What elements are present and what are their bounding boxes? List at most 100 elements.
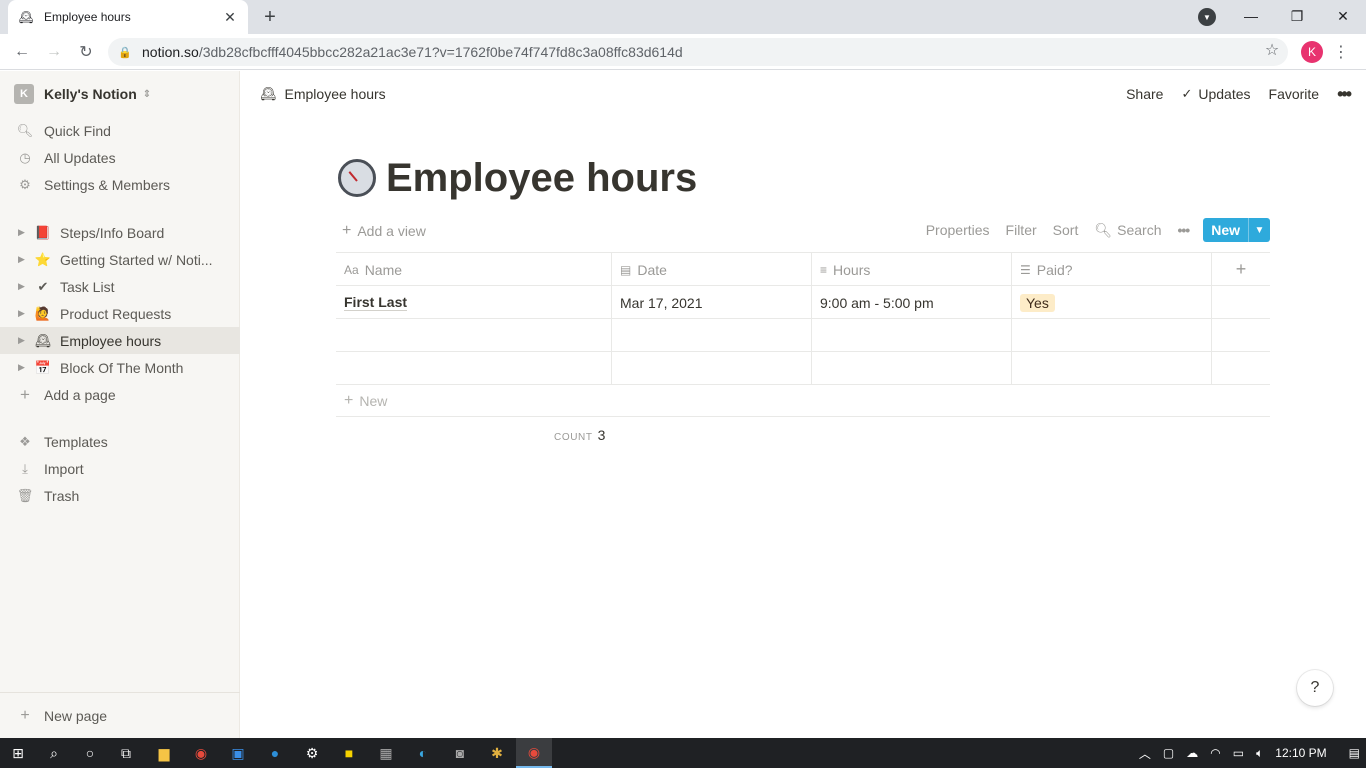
favorite-button[interactable]: Favorite (1269, 86, 1320, 102)
row-count[interactable]: COUNT 3 (554, 427, 605, 443)
battery-icon[interactable]: ▭ (1233, 746, 1244, 760)
expand-triangle-icon[interactable]: ▶ (18, 254, 30, 265)
address-bar[interactable]: 🔒 notion.so/3db28cfbcfff4045bbcc282a21ac… (108, 38, 1288, 66)
sidebar-import[interactable]: ⤓ Import (0, 455, 240, 482)
new-button-label[interactable]: New (1203, 218, 1248, 242)
profile-avatar[interactable]: K (1301, 41, 1323, 63)
name-cell[interactable] (336, 352, 612, 385)
file-explorer-icon[interactable]: ▆ (146, 738, 182, 768)
column-header-paid[interactable]: ☰ Paid? (1012, 253, 1212, 286)
back-arrow-icon[interactable]: ← (10, 40, 34, 64)
bookmark-star-icon[interactable]: ☆ (1262, 40, 1282, 60)
sidebar-templates[interactable]: ❖ Templates (0, 428, 240, 455)
column-header-name[interactable]: Aa Name (336, 253, 612, 286)
expand-triangle-icon[interactable]: ▶ (18, 227, 30, 238)
table-row[interactable] (336, 319, 1270, 352)
slack-icon[interactable]: ✱ (479, 738, 515, 768)
chrome-icon[interactable]: ◉ (183, 738, 219, 768)
name-cell[interactable] (336, 319, 612, 352)
add-row-button[interactable]: + New (336, 385, 1270, 417)
search-button[interactable]: 🔍︎ Search (1094, 222, 1161, 239)
browser-tab[interactable]: 🕰 Employee hours ✕ (8, 0, 248, 34)
filter-button[interactable]: Filter (1006, 222, 1037, 238)
maximize-button[interactable]: ❐ (1274, 0, 1320, 32)
page-title-text[interactable]: Employee hours (386, 156, 697, 201)
hours-cell[interactable] (812, 319, 1012, 352)
sidebar-page-block-of-the-month[interactable]: ▶ 📅 Block Of The Month (0, 354, 240, 381)
chevron-up-icon[interactable]: ︿ (1139, 745, 1151, 762)
more-options-icon[interactable]: ••• (1337, 84, 1352, 105)
photos-icon[interactable]: ▣ (220, 738, 256, 768)
sort-button[interactable]: Sort (1053, 222, 1079, 238)
forward-arrow-icon[interactable]: → (42, 40, 66, 64)
sidebar-page-task-list[interactable]: ▶ ✔ Task List (0, 273, 240, 300)
expand-triangle-icon[interactable]: ▶ (18, 335, 30, 346)
sidebar-page-employee-hours[interactable]: ▶ 🕰 Employee hours (0, 327, 240, 354)
column-header-hours[interactable]: ≡ Hours (812, 253, 1012, 286)
column-label: Paid? (1036, 261, 1073, 278)
date-cell[interactable] (612, 319, 812, 352)
add-page-button[interactable]: + Add a page (0, 381, 240, 408)
expand-triangle-icon[interactable]: ▶ (18, 362, 30, 373)
paid-cell[interactable] (1012, 352, 1212, 385)
minimize-button[interactable]: — (1228, 0, 1274, 32)
windows-start-icon[interactable]: ⊞ (0, 738, 36, 768)
add-property-icon[interactable]: + (1212, 253, 1270, 286)
name-cell[interactable]: First Last (336, 286, 612, 319)
meet-now-icon[interactable]: ▢ (1163, 746, 1174, 760)
edge-icon[interactable]: ◐ (405, 738, 441, 768)
sidebar-quick-find[interactable]: 🔍︎ Quick Find (0, 117, 240, 144)
share-button[interactable]: Share (1126, 86, 1163, 102)
date-cell[interactable] (612, 352, 812, 385)
tab-close-icon[interactable]: ✕ (222, 9, 238, 25)
new-page-button[interactable]: + New page (0, 692, 240, 738)
page-clock-icon[interactable] (338, 159, 376, 197)
chrome-active-icon[interactable]: ◉ (516, 738, 552, 768)
sticky-notes-icon[interactable]: ■ (331, 738, 367, 768)
column-header-date[interactable]: ▤ Date (612, 253, 812, 286)
camera-icon[interactable]: ◙ (442, 738, 478, 768)
table-row[interactable] (336, 352, 1270, 385)
expand-triangle-icon[interactable]: ▶ (18, 281, 30, 292)
tab-search-icon[interactable]: ▼ (1198, 8, 1216, 26)
search-icon[interactable]: ⌕ (36, 738, 72, 768)
onedrive-icon[interactable]: ☁ (1186, 746, 1198, 760)
sidebar-trash[interactable]: 🗑︎ Trash (0, 482, 240, 509)
chevron-down-icon[interactable]: ▼ (1248, 218, 1270, 242)
browser-menu-icon[interactable]: ⋮ (1333, 40, 1349, 64)
task-view-icon[interactable]: ⧉ (108, 738, 144, 768)
volume-icon[interactable]: 🔈︎ (1256, 746, 1263, 761)
sidebar-page-product-requests[interactable]: ▶ 🙋 Product Requests (0, 300, 240, 327)
sidebar-settings[interactable]: ⚙ Settings & Members (0, 171, 240, 198)
sidebar-page-steps-info-board[interactable]: ▶ 📕 Steps/Info Board (0, 219, 240, 246)
new-tab-button[interactable]: + (258, 6, 282, 28)
sidebar-all-updates[interactable]: ◷ All Updates (0, 144, 240, 171)
paid-cell[interactable] (1012, 319, 1212, 352)
table-row[interactable]: First Last Mar 17, 2021 9:00 am - 5:00 p… (336, 286, 1270, 319)
cortana-icon[interactable]: ○ (72, 738, 108, 768)
settings-icon[interactable]: ⚙ (294, 738, 330, 768)
breadcrumb[interactable]: 🕰 Employee hours (260, 84, 386, 104)
calculator-icon[interactable]: ▦ (368, 738, 404, 768)
sidebar-page-getting-started[interactable]: ▶ ⭐ Getting Started w/ Noti... (0, 246, 240, 273)
more-view-options-icon[interactable]: ••• (1177, 222, 1190, 238)
add-view-button[interactable]: + Add a view (342, 222, 426, 240)
new-record-button[interactable]: New ▼ (1203, 218, 1270, 242)
reload-icon[interactable]: ↻ (74, 40, 98, 64)
properties-button[interactable]: Properties (926, 222, 990, 238)
hours-cell[interactable] (812, 352, 1012, 385)
workspace-switcher[interactable]: K Kelly's Notion ⇕ (14, 84, 151, 104)
updates-button[interactable]: ✓ Updates (1181, 86, 1250, 102)
close-window-button[interactable]: ✕ (1320, 0, 1366, 32)
record-name[interactable]: First Last (344, 294, 408, 311)
paid-cell[interactable]: Yes (1012, 286, 1212, 319)
notifications-icon[interactable]: ▤ (1349, 746, 1360, 760)
wifi-icon[interactable]: ◠ (1210, 746, 1220, 760)
plus-icon: + (20, 384, 30, 404)
date-cell[interactable]: Mar 17, 2021 (612, 286, 812, 319)
clock-time[interactable]: 12:10 PM (1275, 746, 1326, 760)
expand-triangle-icon[interactable]: ▶ (18, 308, 30, 319)
hours-cell[interactable]: 9:00 am - 5:00 pm (812, 286, 1012, 319)
help-button[interactable]: ? (1297, 670, 1333, 706)
app-icon[interactable]: ● (257, 738, 293, 768)
